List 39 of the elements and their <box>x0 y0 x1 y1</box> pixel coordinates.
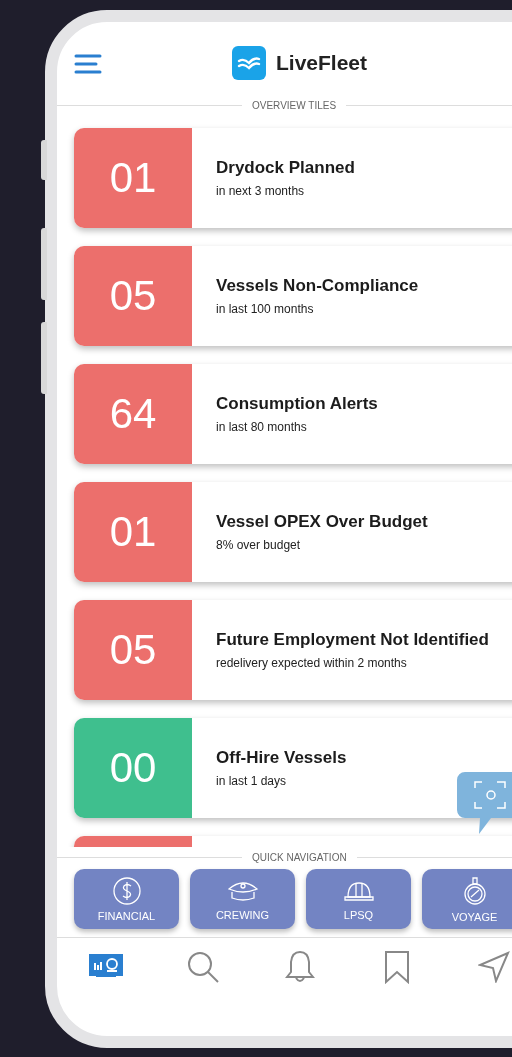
bookmark-icon[interactable] <box>383 950 410 984</box>
overview-tile[interactable]: 05 Future Employment Not Identified redelivery expected within 2 months <box>74 600 512 700</box>
logo-icon <box>232 46 266 80</box>
tile-subtitle: in last 1 days <box>216 774 288 788</box>
quick-nav-button[interactable]: CREWING <box>190 869 295 929</box>
menu-icon[interactable] <box>74 52 102 75</box>
tile-subtitle: redelivery expected within 2 months <box>216 656 408 670</box>
section-label: QUICK NAVIGATION <box>252 851 347 863</box>
tile-count: 01 <box>74 482 192 582</box>
send-icon[interactable] <box>477 951 510 983</box>
app-title: LiveFleet <box>276 51 368 75</box>
quick-nav-button[interactable]: LPSQ <box>306 869 411 929</box>
tile-subtitle: in last 80 months <box>216 420 308 434</box>
tile-count: 05 <box>74 600 192 700</box>
tile-title: Vessel OPEX Over Budget <box>216 512 428 532</box>
section-label: OVERVIEW TILES <box>252 99 337 111</box>
tile-count: 01 <box>74 128 192 228</box>
dollar-icon <box>111 876 142 906</box>
tile-count: 64 <box>74 364 192 464</box>
scan-chat-icon[interactable] <box>457 772 512 836</box>
tile-subtitle: 8% over budget <box>216 538 302 552</box>
tile-title: Consumption Alerts <box>216 394 378 414</box>
search-icon[interactable] <box>185 950 220 984</box>
overview-tile[interactable]: 01 Vessel OPEX Over Budget 8% over budget <box>74 482 512 582</box>
overview-tile[interactable]: 01 Drydock Planned in next 3 months <box>74 128 512 228</box>
tile-title: Vessels Non-Compliance <box>216 276 419 296</box>
tile-count: 00 <box>74 718 192 818</box>
bell-icon[interactable] <box>284 950 315 984</box>
tile-count: 05 <box>74 246 192 346</box>
tile-title: Future Employment Not Identified <box>216 630 489 650</box>
quick-nav-button[interactable]: FINANCIAL <box>74 869 179 929</box>
tile-subtitle: in next 3 months <box>216 184 306 198</box>
tile-title: Drydock Planned <box>216 158 355 178</box>
overview-tile[interactable]: 05 Vessels Non-Compliance in last 100 months <box>74 246 512 346</box>
tile-subtitle: in last 100 months <box>216 302 315 316</box>
quick-nav-button[interactable]: VOYAGE <box>422 869 512 929</box>
overview-tile[interactable]: 00 Off-Hire Vessels in last 1 days <box>74 718 512 818</box>
tile-title: Off-Hire Vessels <box>216 748 347 768</box>
overview-tile[interactable]: 64 Consumption Alerts in last 80 months <box>74 364 512 464</box>
